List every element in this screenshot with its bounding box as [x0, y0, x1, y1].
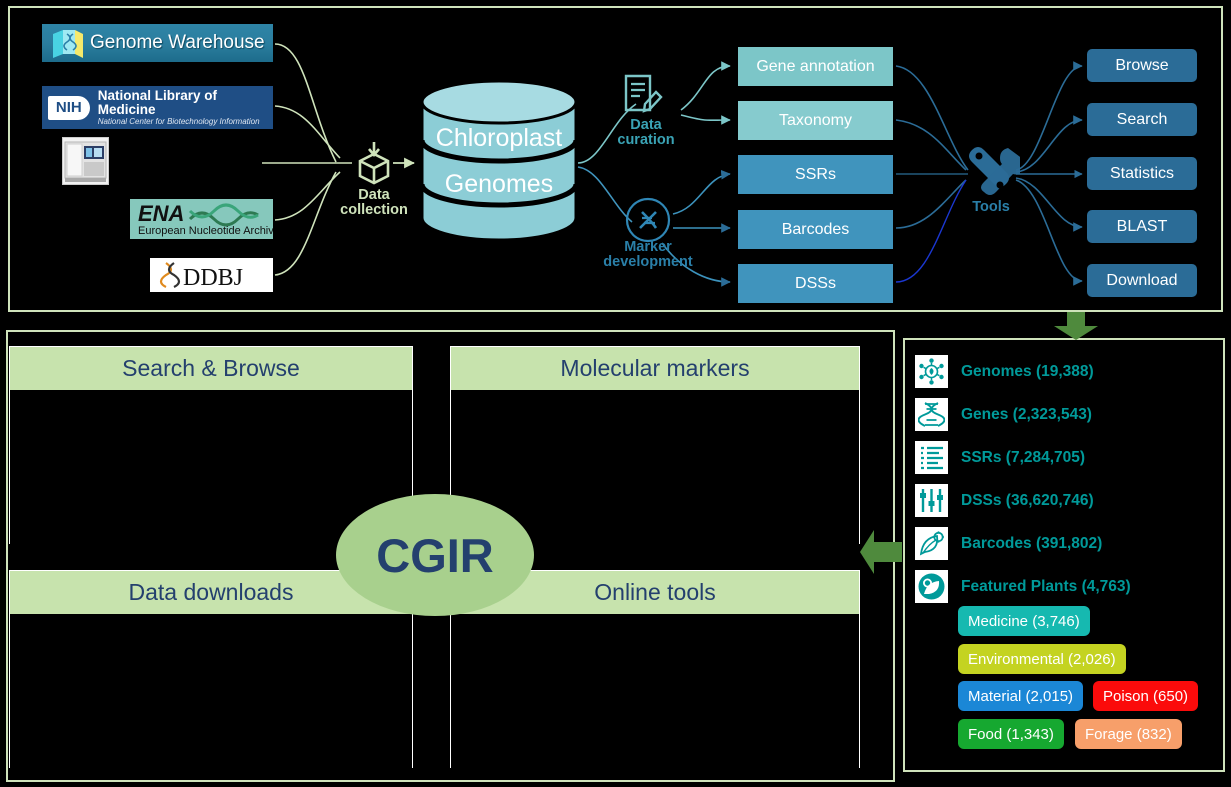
card-data-downloads[interactable]: Data downloads	[9, 570, 413, 768]
output-search[interactable]: Search	[1087, 103, 1197, 136]
output-download[interactable]: Download	[1087, 264, 1197, 297]
genome-warehouse-logo-icon	[53, 30, 83, 58]
database-label-line1: Chloroplast	[435, 124, 563, 152]
output-browse[interactable]: Browse	[1087, 49, 1197, 82]
category-food[interactable]: Food (1,343)	[958, 719, 1064, 749]
green-down-arrow-icon	[1052, 312, 1100, 340]
dna-helix-icon	[915, 398, 948, 431]
output-statistics[interactable]: Statistics	[1087, 157, 1197, 190]
database-label-line2: Genomes	[444, 170, 554, 198]
category-medicine[interactable]: Medicine (3,746)	[958, 606, 1090, 636]
output-label: Search	[1116, 110, 1168, 128]
stage-label: Barcodes	[781, 220, 850, 238]
source-ena[interactable]: ENA European Nucleotide Archive	[130, 199, 273, 239]
source-ddbj[interactable]: DDBJ	[150, 258, 273, 292]
tools-icon	[962, 144, 1027, 196]
output-label: Download	[1106, 271, 1178, 289]
source-genome-warehouse[interactable]: Genome Warehouse	[42, 24, 273, 62]
genome-node-icon	[915, 355, 948, 388]
cgir-hub: CGIR	[336, 494, 534, 616]
stat-label: DSSs (36,620,746)	[961, 491, 1094, 509]
stage-barcodes[interactable]: Barcodes	[738, 210, 893, 249]
stage-gene-annotation[interactable]: Gene annotation	[738, 47, 893, 86]
stat-barcodes[interactable]: Barcodes (391,802)	[915, 527, 1102, 560]
category-label: Material (2,015)	[968, 687, 1074, 705]
data-curation-icon	[618, 72, 666, 120]
output-label: BLAST	[1116, 217, 1168, 235]
list-lines-icon	[915, 441, 948, 474]
plant-circle-icon	[915, 570, 948, 603]
tools-label: Tools	[972, 199, 1010, 215]
category-label: Forage (832)	[1085, 725, 1172, 743]
stat-ssrs[interactable]: SSRs (7,284,705)	[915, 441, 1085, 474]
data-collection-icon	[352, 140, 396, 186]
stat-label: Genes (2,323,543)	[961, 405, 1092, 423]
stat-label: SSRs (7,284,705)	[961, 448, 1086, 466]
ena-logo-icon: ENA European Nucleotide Archive	[138, 201, 273, 237]
diagram-canvas: Genome Warehouse NIH National Library of…	[0, 0, 1231, 787]
nih-badge: NIH	[48, 95, 90, 120]
category-label: Medicine (3,746)	[968, 612, 1080, 630]
stage-label: Taxonomy	[779, 111, 852, 129]
source-nih-ncbi[interactable]: NIH National Library of Medicine Nationa…	[42, 86, 273, 129]
marker-development-label: Marker development	[603, 239, 693, 271]
sliders-icon	[915, 484, 948, 517]
card-body	[451, 614, 859, 768]
data-curation-label: Data curation	[617, 117, 675, 149]
nih-title: National Library of Medicine	[97, 87, 217, 117]
stage-dsss[interactable]: DSSs	[738, 264, 893, 303]
sequencer-machine-icon	[64, 141, 107, 182]
category-poison[interactable]: Poison (650)	[1093, 681, 1199, 711]
category-forage[interactable]: Forage (832)	[1075, 719, 1182, 749]
category-environmental[interactable]: Environmental (2,026)	[958, 644, 1126, 674]
marker-development-icon	[624, 196, 672, 244]
stat-label: Genomes (19,388)	[961, 362, 1094, 380]
card-search-browse[interactable]: Search & Browse	[9, 346, 413, 544]
svg-text:ENA: ENA	[138, 201, 184, 226]
stage-label: Gene annotation	[756, 57, 875, 75]
stat-dsss[interactable]: DSSs (36,620,746)	[915, 484, 1094, 517]
data-collection-label: Data collection	[340, 187, 408, 219]
cgir-label: CGIR	[376, 528, 494, 582]
category-material[interactable]: Material (2,015)	[958, 681, 1084, 711]
ddbj-logo-icon: DDBJ	[159, 262, 243, 291]
card-molecular-markers[interactable]: Molecular markers	[450, 346, 860, 544]
stat-label: Barcodes (391,802)	[961, 534, 1103, 552]
card-body	[10, 614, 412, 768]
stage-label: DSSs	[795, 274, 836, 292]
stage-label: SSRs	[795, 165, 836, 183]
output-blast[interactable]: BLAST	[1087, 210, 1197, 243]
source-sequencer[interactable]	[62, 137, 109, 185]
chloroplast-genomes-database: Chloroplast Genomes	[419, 79, 579, 242]
nih-subtitle: National Center for Biotechnology Inform…	[97, 116, 260, 126]
green-left-arrow-icon	[860, 528, 902, 576]
card-title: Search & Browse	[10, 347, 412, 390]
category-label: Environmental (2,026)	[968, 650, 1116, 668]
source-genome-warehouse-label: Genome Warehouse	[90, 32, 265, 53]
stat-label: Featured Plants (4,763)	[961, 577, 1131, 595]
stage-ssrs[interactable]: SSRs	[738, 155, 893, 194]
leaf-gear-icon	[915, 527, 948, 560]
output-label: Statistics	[1109, 164, 1174, 182]
svg-text:European Nucleotide Archive: European Nucleotide Archive	[138, 225, 273, 237]
stat-genes[interactable]: Genes (2,323,543)	[915, 398, 1092, 431]
category-label: Food (1,343)	[968, 725, 1054, 743]
category-label: Poison (650)	[1103, 687, 1189, 705]
stage-taxonomy[interactable]: Taxonomy	[738, 101, 893, 140]
card-title: Molecular markers	[451, 347, 859, 390]
output-label: Browse	[1115, 56, 1169, 74]
stat-featured-plants[interactable]: Featured Plants (4,763)	[915, 570, 1131, 603]
svg-text:DDBJ: DDBJ	[183, 265, 243, 291]
card-online-tools[interactable]: Online tools	[450, 570, 860, 768]
stat-genomes[interactable]: Genomes (19,388)	[915, 355, 1094, 388]
